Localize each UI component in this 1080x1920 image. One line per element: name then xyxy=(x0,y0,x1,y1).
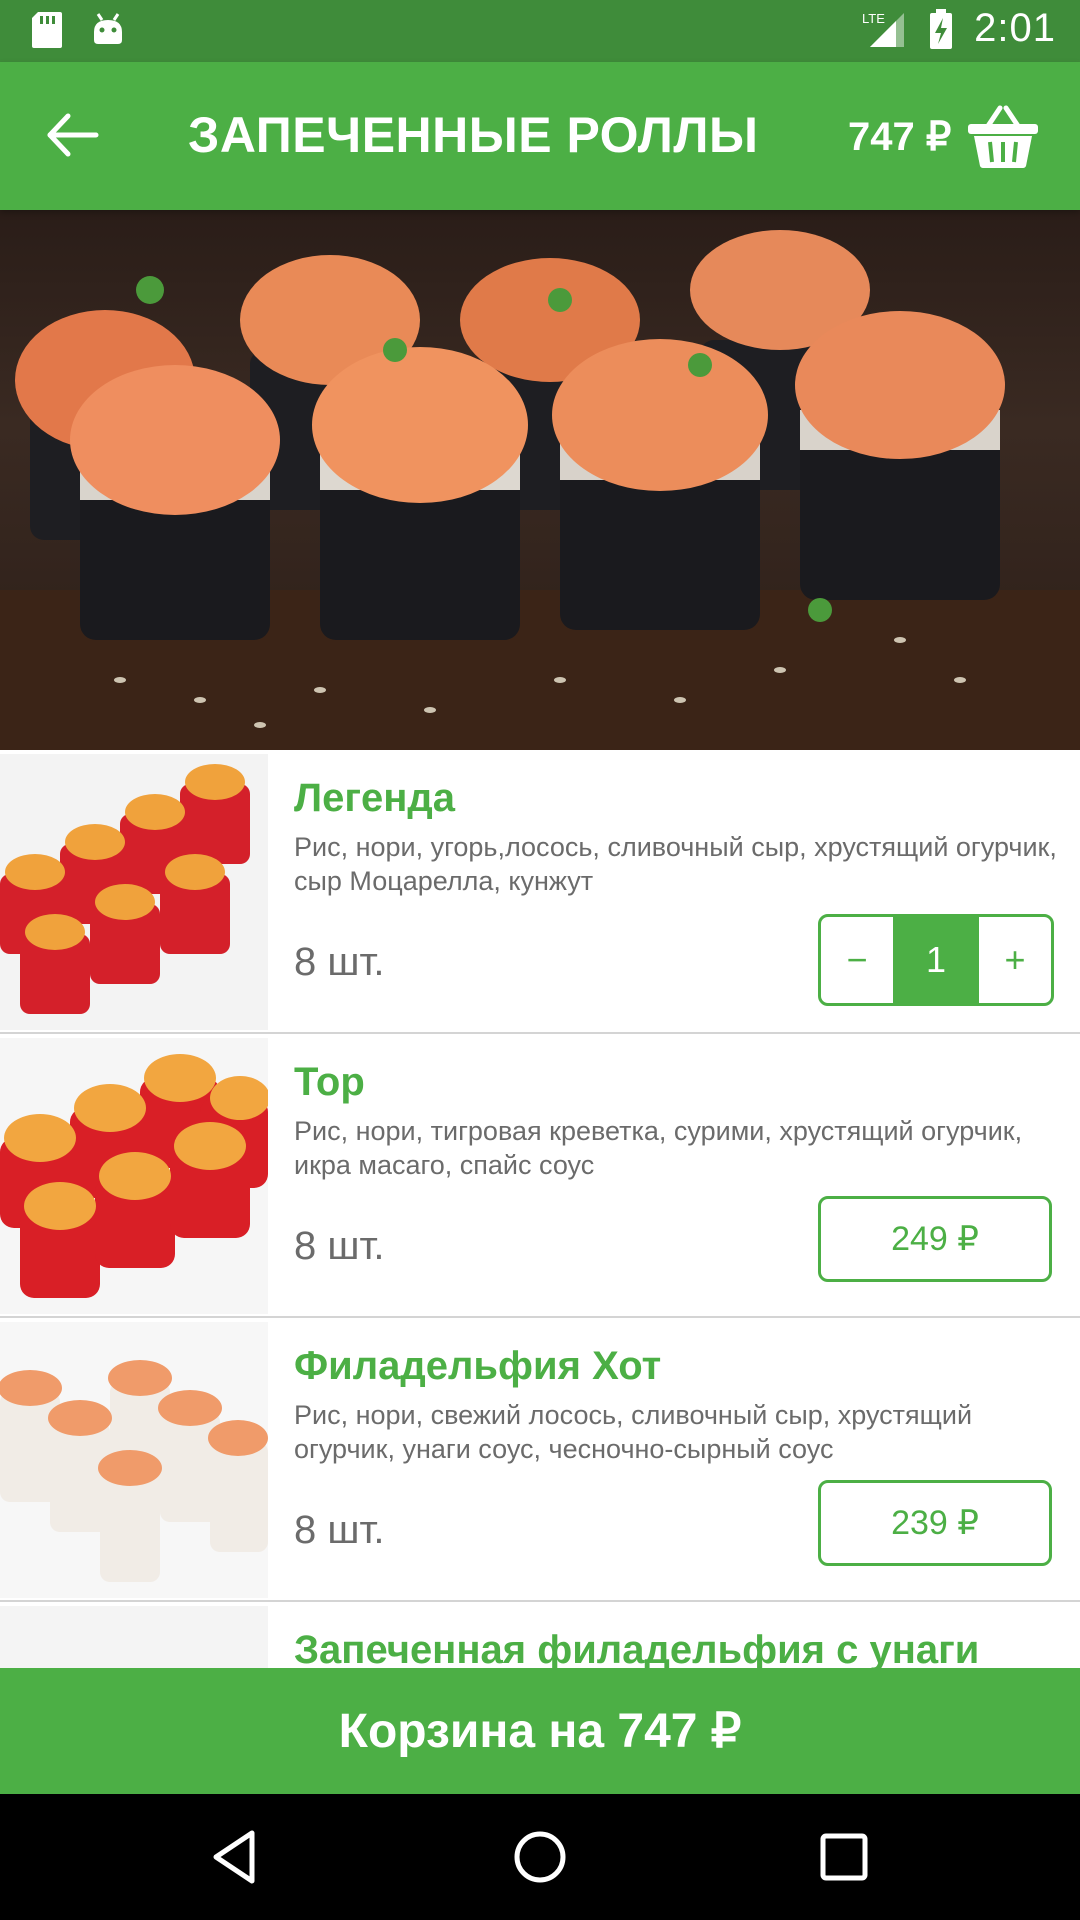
product-thumbnail xyxy=(0,754,268,1030)
clock: 2:01 xyxy=(974,6,1056,50)
cart-button[interactable]: Корзина на 747 ₽ xyxy=(0,1668,1080,1794)
list-item[interactable]: Филадельфия Хот Рис, нори, свежий лосось… xyxy=(0,1318,1080,1604)
quantity-value: 1 xyxy=(896,914,976,1006)
app-bar: ЗАПЕЧЕННЫЕ РОЛЛЫ 747 ₽ xyxy=(0,62,1080,210)
product-pieces: 8 шт. xyxy=(294,1224,385,1268)
nav-home-icon[interactable] xyxy=(510,1827,570,1887)
product-description: Рис, нори, тигровая креветка, сурими, хр… xyxy=(294,1116,1023,1180)
sd-card-icon xyxy=(32,12,62,48)
product-description: Рис, нори, свежий лосось, сливочный сыр,… xyxy=(294,1400,973,1464)
product-name: Филадельфия Хот xyxy=(294,1344,662,1388)
system-nav-bar xyxy=(0,1794,1080,1920)
product-pieces: 8 шт. xyxy=(294,1508,385,1552)
product-description: Рис, нори, угорь,лосось, сливочный сыр, … xyxy=(294,832,1057,896)
back-arrow-icon[interactable] xyxy=(40,102,106,168)
product-name: Тор xyxy=(294,1060,365,1104)
lte-signal-icon: LTE xyxy=(862,11,905,47)
network-label: LTE xyxy=(862,11,885,26)
battery-charging-icon xyxy=(930,8,953,49)
product-name: Легенда xyxy=(294,776,456,820)
page-title: ЗАПЕЧЕННЫЕ РОЛЛЫ xyxy=(188,107,759,163)
price-button[interactable]: 249 ₽ xyxy=(818,1196,1052,1282)
nav-recents-icon[interactable] xyxy=(814,1827,874,1887)
basket-icon[interactable] xyxy=(966,102,1040,170)
cart-total[interactable]: 747 ₽ xyxy=(848,114,951,160)
decrease-button[interactable]: − xyxy=(818,914,896,1006)
nav-back-icon[interactable] xyxy=(206,1827,266,1887)
hero-image xyxy=(0,210,1080,750)
list-item[interactable]: Тор Рис, нори, тигровая креветка, сурими… xyxy=(0,1034,1080,1320)
status-bar: LTE 2:01 xyxy=(0,0,1080,62)
product-thumbnail xyxy=(0,1322,268,1598)
list-item[interactable]: Легенда Рис, нори, угорь,лосось, сливочн… xyxy=(0,750,1080,1036)
product-thumbnail xyxy=(0,1038,268,1314)
product-name: Запеченная филадельфия с унаги xyxy=(294,1628,980,1672)
increase-button[interactable]: + xyxy=(976,914,1054,1006)
product-pieces: 8 шт. xyxy=(294,940,385,984)
quantity-stepper: − 1 + xyxy=(818,914,1054,1006)
android-icon xyxy=(94,13,122,44)
price-button[interactable]: 239 ₽ xyxy=(818,1480,1052,1566)
baked-rolls-photo xyxy=(0,230,1080,750)
